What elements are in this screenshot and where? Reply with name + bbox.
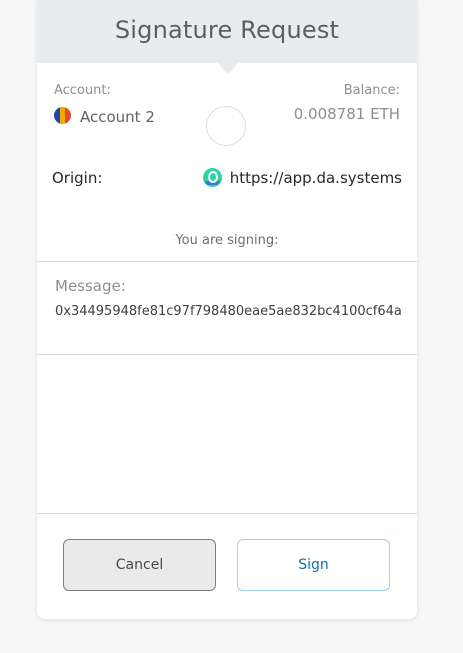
identicon-circle <box>206 106 246 146</box>
sign-button[interactable]: Sign <box>237 539 390 591</box>
signing-heading: You are signing: <box>175 233 279 248</box>
account-label: Account: <box>54 83 111 98</box>
divider <box>37 513 417 514</box>
balance-value: 0.008781 ETH <box>293 105 400 123</box>
header: Signature Request <box>37 0 417 63</box>
message-label: Message: <box>55 277 126 295</box>
balance-label: Balance: <box>343 83 400 98</box>
message-value: 0x34495948fe81c97f798480eae5ae832bc4100c… <box>55 304 402 319</box>
divider <box>37 354 417 355</box>
origin-url: https://app.da.systems <box>229 169 402 187</box>
account-name: Account 2 <box>80 108 155 126</box>
page-title: Signature Request <box>114 16 340 44</box>
divider <box>37 261 417 262</box>
site-favicon-icon <box>203 168 222 187</box>
signature-request-card: Signature Request Account: Balance: Acco… <box>37 0 417 619</box>
account-avatar-icon <box>54 107 71 124</box>
header-notch <box>218 63 238 75</box>
cancel-button[interactable]: Cancel <box>63 539 216 591</box>
origin-label: Origin: <box>52 169 103 187</box>
